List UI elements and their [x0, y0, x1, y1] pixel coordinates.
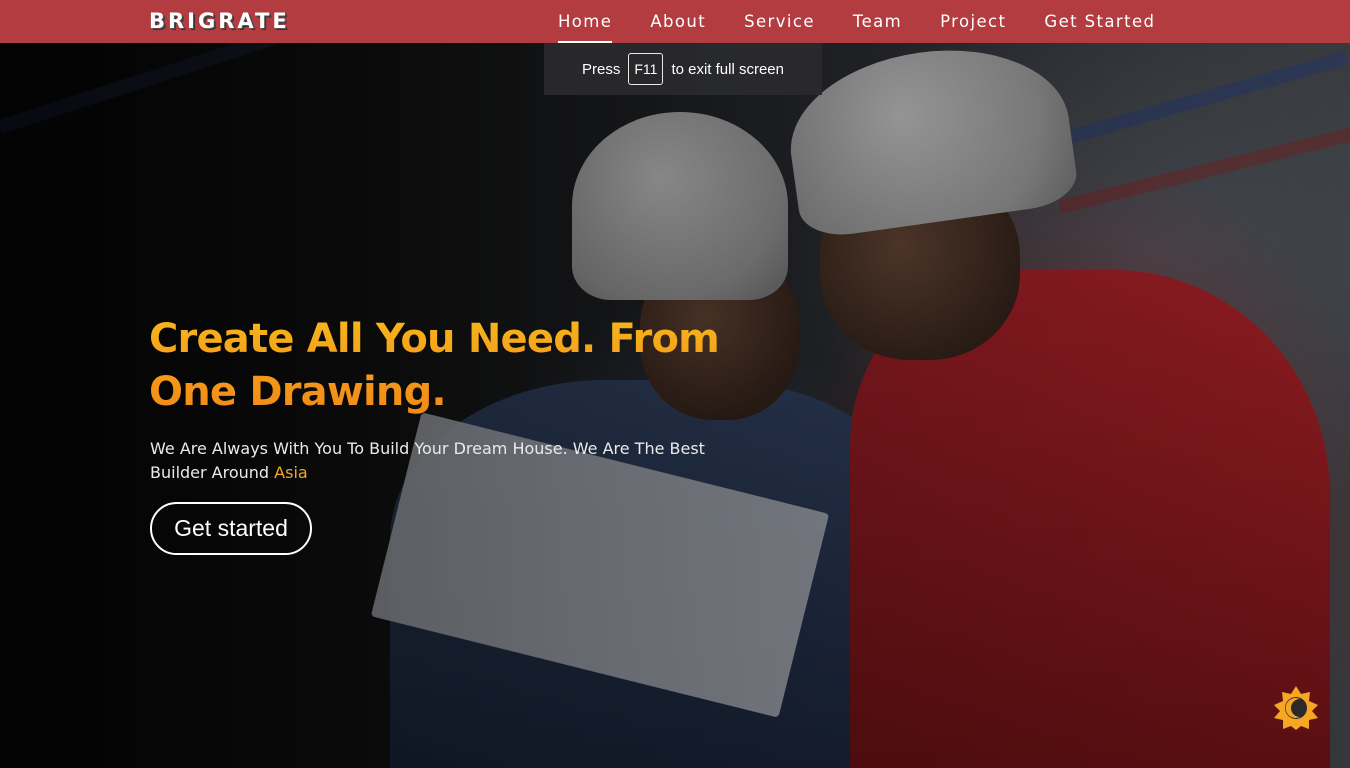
toast-suffix: to exit full screen — [671, 60, 784, 78]
nav-home[interactable]: Home — [558, 0, 613, 43]
hero-headline: Create All You Need. From One Drawing. — [149, 313, 739, 419]
hero-subtitle: We Are Always With You To Build Your Dre… — [150, 437, 730, 485]
headline-line-1: Create All You Need. From — [149, 316, 720, 362]
headline-line-2: One Drawing. — [149, 369, 446, 415]
sun-moon-icon[interactable] — [1273, 685, 1319, 731]
nav-service[interactable]: Service — [744, 0, 815, 43]
nav-project[interactable]: Project — [940, 0, 1006, 43]
brand-logo[interactable]: BRIGRATE — [149, 9, 290, 33]
get-started-button[interactable]: Get started — [150, 502, 312, 555]
toast-prefix: Press — [582, 60, 621, 78]
fullscreen-exit-toast: Press F11 to exit full screen — [544, 43, 822, 95]
nav-about[interactable]: About — [650, 0, 706, 43]
nav-team[interactable]: Team — [853, 0, 902, 43]
nav-get-started[interactable]: Get Started — [1044, 0, 1155, 43]
toast-key: F11 — [628, 53, 664, 85]
subtitle-text: We Are Always With You To Build Your Dre… — [150, 439, 705, 482]
main-nav: Home About Service Team Project Get Star… — [558, 0, 1193, 43]
site-header: BRIGRATE Home About Service Team Project… — [0, 0, 1350, 43]
subtitle-accent: Asia — [274, 463, 308, 482]
